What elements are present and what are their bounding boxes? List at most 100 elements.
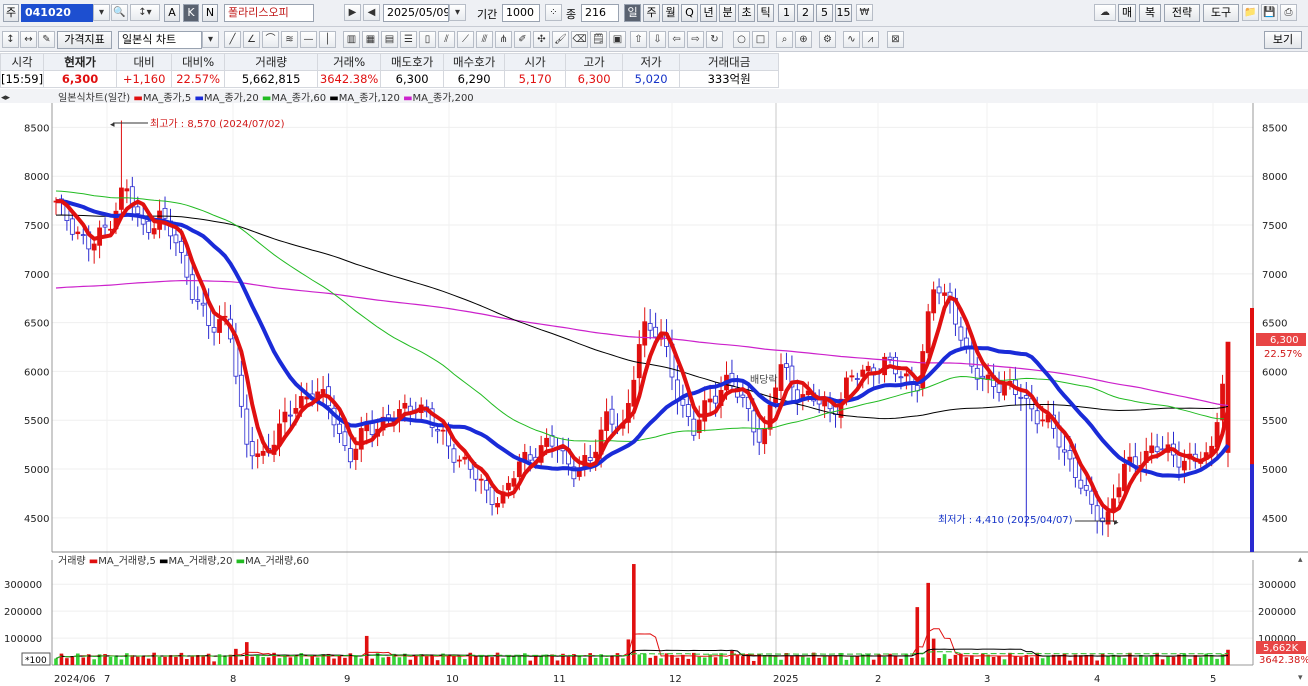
volume-bar <box>250 656 255 665</box>
arc-tool-icon[interactable]: ⌒ <box>262 31 279 48</box>
parallel-tool-icon[interactable]: ⫻ <box>476 31 493 48</box>
n-button[interactable]: N <box>202 4 218 22</box>
arrow-left-right-icon[interactable]: ↔ <box>20 31 37 48</box>
volume-bar <box>332 658 336 665</box>
price-tick-left: 5500 <box>24 416 49 427</box>
volume-bar <box>463 659 467 665</box>
scroll-down-icon[interactable]: ▾ <box>1298 673 1303 683</box>
candle-body <box>762 427 768 445</box>
grid-tool-icon[interactable]: ▥ <box>343 31 360 48</box>
scroll-up-icon[interactable]: ▴ <box>1298 555 1303 565</box>
volume-bar <box>1068 660 1072 665</box>
volume-bar <box>125 653 129 665</box>
pen-tool-icon[interactable]: ✐ <box>514 31 531 48</box>
stock-code-input[interactable]: 041020 <box>21 4 93 22</box>
period-day[interactable]: 일 <box>624 4 641 22</box>
rect-tool-icon[interactable]: □ <box>752 31 769 48</box>
count-input[interactable]: 216 <box>581 4 619 22</box>
indicator-button[interactable]: 가격지표 <box>57 31 112 49</box>
candle-body <box>293 408 299 414</box>
table-tool-icon[interactable]: ▤ <box>381 31 398 48</box>
period-quarter[interactable]: Q <box>681 4 698 22</box>
folder-icon[interactable]: 📁 <box>1242 4 1259 21</box>
note-tool-icon[interactable]: 🗒 <box>590 31 607 48</box>
volume-bar <box>76 653 80 665</box>
period-5[interactable]: 5 <box>816 4 833 22</box>
vline-tool-icon[interactable]: │ <box>319 31 336 48</box>
circle-tool-icon[interactable]: ○ <box>733 31 750 48</box>
trend-tool-icon[interactable]: ⟋ <box>457 31 474 48</box>
right-icon[interactable]: ⇨ <box>687 31 704 48</box>
channel-tool-icon[interactable]: ⫽ <box>438 31 455 48</box>
volume-bar <box>1171 657 1176 665</box>
strategy-button[interactable]: 전략 <box>1164 4 1200 22</box>
period-tick[interactable]: 틱 <box>757 4 774 22</box>
wave-tool-icon[interactable]: ∿ <box>843 31 860 48</box>
eraser-tool-icon[interactable]: ⌫ <box>571 31 588 48</box>
close-tool-icon[interactable]: ⊠ <box>887 31 904 48</box>
a-button[interactable]: A <box>164 4 180 22</box>
cloud-icon[interactable]: ☁ <box>1094 4 1116 21</box>
save-icon[interactable]: 💾 <box>1261 4 1278 21</box>
levels-tool-icon[interactable]: ☰ <box>400 31 417 48</box>
arrow-up-down-icon[interactable]: ↕ <box>2 31 19 48</box>
down-icon[interactable]: ⇩ <box>649 31 666 48</box>
brush-tool-icon[interactable]: 🖌 <box>552 31 569 48</box>
cycle-tool-icon[interactable]: ▯ <box>419 31 436 48</box>
won-icon[interactable]: ₩ <box>856 4 873 21</box>
expand-icon[interactable]: ◂▸ <box>1 93 11 103</box>
next-arrow-icon[interactable]: ▶ <box>344 4 361 21</box>
quote-volume-pct: 3642.38% <box>317 70 382 88</box>
line-tool-icon[interactable]: ╱ <box>224 31 241 48</box>
market-button[interactable]: 주 <box>3 4 19 22</box>
pattern-tool-icon[interactable]: ✣ <box>533 31 550 48</box>
sort-icon[interactable]: ↕▾ <box>130 4 160 21</box>
period-15[interactable]: 15 <box>835 4 852 22</box>
period-week[interactable]: 주 <box>643 4 660 22</box>
candle-body <box>636 344 642 379</box>
price-tick-left: 8500 <box>24 123 49 134</box>
fan-tool-icon[interactable]: ≋ <box>281 31 298 48</box>
pitchfork-tool-icon[interactable]: ⋔ <box>495 31 512 48</box>
calc-tool-icon[interactable]: ▣ <box>609 31 626 48</box>
zoom-icon[interactable]: ⌕ <box>776 31 793 48</box>
bars-tool-icon[interactable]: ▦ <box>362 31 379 48</box>
date-dropdown-icon[interactable]: ▾ <box>449 4 466 21</box>
candle-body <box>1078 479 1084 489</box>
date-input[interactable]: 2025/05/09 <box>383 4 449 22</box>
search-icon[interactable]: 🔍 <box>111 4 128 21</box>
print-icon[interactable]: ⎙ <box>1280 4 1297 21</box>
up-icon[interactable]: ⇧ <box>630 31 647 48</box>
edit-icon[interactable]: ✎ <box>38 31 55 48</box>
multi-button[interactable]: 복 <box>1139 4 1161 22</box>
candle-body <box>337 423 342 434</box>
period-second[interactable]: 초 <box>738 4 755 22</box>
buy-button[interactable]: 매 <box>1118 4 1136 22</box>
tools-button[interactable]: 도구 <box>1203 4 1239 22</box>
candle-body <box>124 188 130 192</box>
settings-icon[interactable]: ⚙ <box>819 31 836 48</box>
hline-tool-icon[interactable]: — <box>300 31 317 48</box>
magnifier-icon[interactable]: ⊕ <box>795 31 812 48</box>
prev-arrow-icon[interactable]: ◀ <box>363 4 380 21</box>
angle-tool-icon[interactable]: ∠ <box>243 31 260 48</box>
period-minute[interactable]: 분 <box>719 4 736 22</box>
left-icon[interactable]: ⇦ <box>668 31 685 48</box>
chart-type-select[interactable]: 일본식 차트 <box>118 31 202 49</box>
redo-icon[interactable]: ↻ <box>706 31 723 48</box>
code-dropdown-icon[interactable]: ▾ <box>93 4 110 21</box>
volume-tick-right: 200000 <box>1258 607 1296 618</box>
period-month[interactable]: 월 <box>662 4 679 22</box>
volume-bar <box>517 655 522 665</box>
period-input[interactable]: 1000 <box>502 4 540 22</box>
period-1[interactable]: 1 <box>778 4 795 22</box>
view-button[interactable]: 보기 <box>1264 31 1302 49</box>
stock-chart[interactable]: ◂▸ 4500 45005000 50005500 55006000 60006500 6… <box>0 89 1308 686</box>
k-button[interactable]: K <box>183 4 199 22</box>
period-year[interactable]: 년 <box>700 4 717 22</box>
chart-type-dropdown-icon[interactable]: ▾ <box>202 31 219 48</box>
zigzag-tool-icon[interactable]: ⩘ <box>862 31 879 48</box>
period-2[interactable]: 2 <box>797 4 814 22</box>
quote-time: [15:59] <box>0 70 45 88</box>
candle-body <box>691 418 697 436</box>
